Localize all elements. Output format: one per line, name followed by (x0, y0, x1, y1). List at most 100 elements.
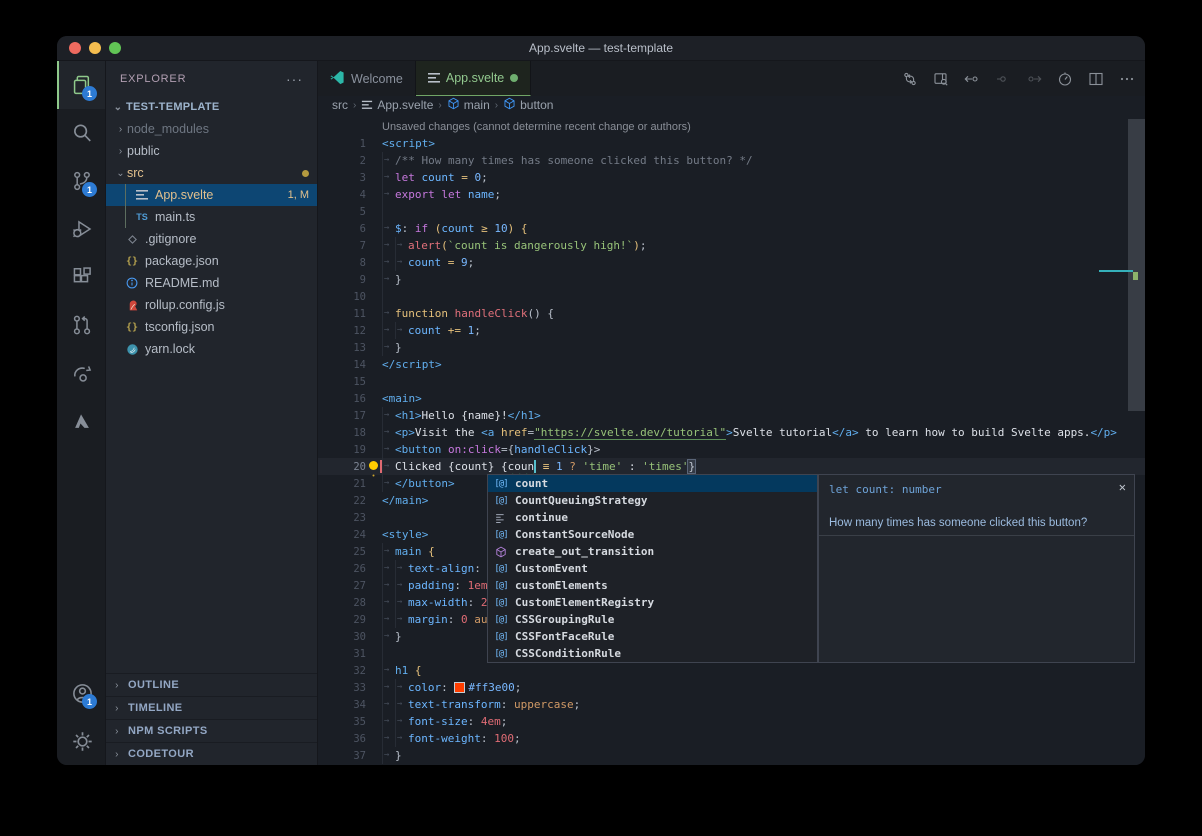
suggestion-cssgroupingrule[interactable]: [@]CSSGroupingRule (488, 611, 817, 628)
suggestion-count[interactable]: [@]count (488, 475, 817, 492)
section-outline[interactable]: ›OUTLINE (106, 673, 317, 696)
code-line-15[interactable]: 15 (318, 373, 1145, 390)
tree-item-package-json[interactable]: {}package.json (106, 250, 317, 272)
activity-search[interactable] (57, 109, 105, 157)
breadcrumb-button[interactable]: button (503, 97, 553, 113)
code-line-19[interactable]: 19→<button on:click={handleClick}> (318, 441, 1145, 458)
section-timeline[interactable]: ›TIMELINE (106, 696, 317, 719)
activity-explorer[interactable]: 1 (57, 61, 105, 109)
tree-item-public[interactable]: ›public (106, 140, 317, 162)
activity-github-pull-request[interactable] (57, 301, 105, 349)
suggestion-constantsourcenode[interactable]: [@]ConstantSourceNode (488, 526, 817, 543)
close-window-button[interactable] (69, 42, 81, 54)
sidebar-sections: ›OUTLINE›TIMELINE›NPM SCRIPTS›CODETOUR (106, 673, 317, 765)
code-line-2[interactable]: 2→/** How many times has someone clicked… (318, 152, 1145, 169)
suggestion-cssfontfacerule[interactable]: [@]CSSFontFaceRule (488, 628, 817, 645)
activity-extensions[interactable] (57, 253, 105, 301)
breadcrumb-src[interactable]: src (332, 98, 348, 112)
section-codetour[interactable]: ›CODETOUR (106, 742, 317, 765)
line-number: 10 (318, 291, 366, 303)
code-line-8[interactable]: 8→→count = 9; (318, 254, 1145, 271)
code-line-33[interactable]: 33→→color: #ff3e00; (318, 679, 1145, 696)
code-line-37[interactable]: 37→} (318, 747, 1145, 764)
tree-item-app-svelte[interactable]: App.svelte1, M (106, 184, 317, 206)
code-line-20[interactable]: 20→Clicked {count} {coun ≡ 1 ? 'time' : … (318, 458, 1145, 475)
editor-scrollbar[interactable] (1128, 119, 1145, 411)
code-line-14[interactable]: 14</script> (318, 356, 1145, 373)
more-actions-icon[interactable] (1115, 67, 1139, 91)
tab-app-svelte[interactable]: App.svelte (416, 61, 531, 96)
tree-item-main-ts[interactable]: TSmain.ts (106, 206, 317, 228)
activity-azure[interactable] (57, 397, 105, 445)
code-line-13[interactable]: 13→} (318, 339, 1145, 356)
line-number: 19 (318, 444, 366, 456)
maximize-window-button[interactable] (109, 42, 121, 54)
activity-accounts[interactable]: 1 (57, 669, 105, 717)
line-number: 22 (318, 495, 366, 507)
code-line-3[interactable]: 3→let count = 0; (318, 169, 1145, 186)
activity-source-control[interactable]: 1 (57, 157, 105, 205)
tree-item-readme-md[interactable]: README.md (106, 272, 317, 294)
tree-item-rollup-config-js[interactable]: rollup.config.js (106, 294, 317, 316)
suggestion-customelements[interactable]: [@]customElements (488, 577, 817, 594)
suggestion-customelementregistry[interactable]: [@]CustomElementRegistry (488, 594, 817, 611)
lightbulb-icon[interactable] (369, 461, 378, 470)
code-line-10[interactable]: 10 (318, 288, 1145, 305)
code-line-6[interactable]: 6→$: if (count ≥ 10) { (318, 220, 1145, 237)
open-preview-icon[interactable] (929, 67, 953, 91)
tab-welcome[interactable]: Welcome (318, 61, 416, 96)
code-line-1[interactable]: 1<script> (318, 135, 1145, 152)
code-line-11[interactable]: 11→function handleClick() { (318, 305, 1145, 322)
line-number: 29 (318, 614, 366, 626)
suggestion-cssconditionrule[interactable]: [@]CSSConditionRule (488, 645, 817, 662)
tree-item-yarn-lock[interactable]: yarn.lock (106, 338, 317, 360)
section-npm-scripts[interactable]: ›NPM SCRIPTS (106, 719, 317, 742)
code-line-35[interactable]: 35→→font-size: 4em; (318, 713, 1145, 730)
unsaved-dot-icon[interactable] (510, 74, 518, 82)
activity-run-debug[interactable] (57, 205, 105, 253)
code-line-16[interactable]: 16<main> (318, 390, 1145, 407)
more-actions-icon[interactable]: ··· (286, 71, 303, 87)
step-back-icon[interactable] (960, 67, 984, 91)
project-root-row[interactable]: ⌄ TEST-TEMPLATE (106, 96, 317, 118)
compare-changes-icon[interactable] (898, 67, 922, 91)
timer-icon[interactable] (1053, 67, 1077, 91)
tree-item-node-modules[interactable]: ›node_modules (106, 118, 317, 140)
tree-item-src[interactable]: ⌄src (106, 162, 317, 184)
activity-settings[interactable] (57, 717, 105, 765)
code-line-7[interactable]: 7→→alert(`count is dangerously high!`); (318, 237, 1145, 254)
run-debug-icon (71, 218, 93, 240)
activity-live-share[interactable] (57, 349, 105, 397)
intellisense-docs-panel: let count: number ✕ How many times has s… (818, 474, 1135, 663)
code-line-9[interactable]: 9→} (318, 271, 1145, 288)
suggestion-customevent[interactable]: [@]CustomEvent (488, 560, 817, 577)
suggestion-create_out_transition[interactable]: create_out_transition (488, 543, 817, 560)
code-line-5[interactable]: 5 (318, 203, 1145, 220)
code-line-18[interactable]: 18→<p>Visit the <a href="https://svelte.… (318, 424, 1145, 441)
braces-file-icon: {} (124, 319, 140, 335)
suggestion-continue[interactable]: continue (488, 509, 817, 526)
close-icon[interactable]: ✕ (1119, 480, 1126, 494)
suggestion-label: CustomElementRegistry (515, 596, 654, 609)
file-label: yarn.lock (145, 342, 195, 356)
code-line-17[interactable]: 17→<h1>Hello {name}!</h1> (318, 407, 1145, 424)
breadcrumb-main[interactable]: main (447, 97, 490, 113)
split-editor-icon[interactable] (1084, 67, 1108, 91)
suggestion-label: CountQueuingStrategy (515, 494, 647, 507)
accounts-badge: 1 (82, 694, 97, 709)
breadcrumb-app-svelte[interactable]: App.svelte (361, 98, 433, 112)
record-icon[interactable] (991, 67, 1015, 91)
minimize-window-button[interactable] (89, 42, 101, 54)
code-editor[interactable]: Unsaved changes (cannot determine recent… (318, 114, 1145, 765)
step-forward-icon[interactable] (1022, 67, 1046, 91)
code-line-32[interactable]: 32→h1 { (318, 662, 1145, 679)
suggestion-countqueuingstrategy[interactable]: [@]CountQueuingStrategy (488, 492, 817, 509)
code-line-34[interactable]: 34→→text-transform: uppercase; (318, 696, 1145, 713)
code-line-36[interactable]: 36→→font-weight: 100; (318, 730, 1145, 747)
tree-item--gitignore[interactable]: .gitignore (106, 228, 317, 250)
code-line-12[interactable]: 12→→count += 1; (318, 322, 1145, 339)
code-line-4[interactable]: 4→export let name; (318, 186, 1145, 203)
scm-badge: 1 (82, 182, 97, 197)
tree-item-tsconfig-json[interactable]: {}tsconfig.json (106, 316, 317, 338)
suggestion-label: continue (515, 511, 568, 524)
